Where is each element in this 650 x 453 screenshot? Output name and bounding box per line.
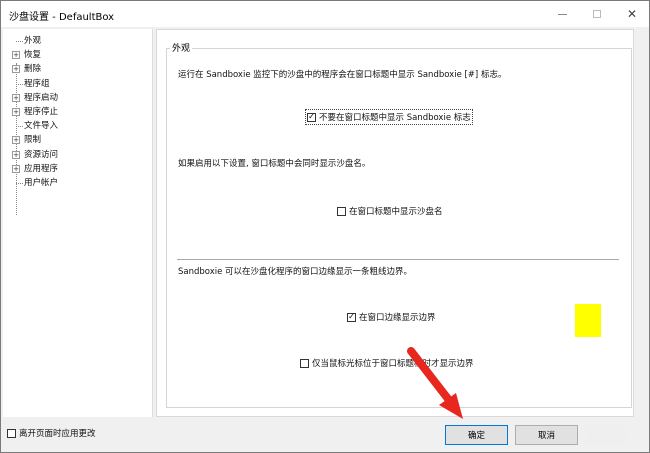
show-border-checkbox[interactable]: ✓ 在窗口边缘显示边界 — [347, 311, 436, 323]
expand-icon[interactable]: + — [12, 51, 20, 60]
settings-tree: 外观 + 恢复 + 删除程序组 + 程序启动 + 程序停止文件导入 + 限制 + 资源访问 + 应用程序用户… — [3, 29, 153, 417]
cancel-button[interactable]: 取消 — [515, 425, 578, 445]
tree-item-label: 外观 — [24, 36, 42, 46]
expand-icon[interactable]: + — [12, 136, 20, 145]
box-name-description: 如果启用以下设置, 窗口标题中会同时显示沙盘名。 — [178, 159, 371, 169]
close-button[interactable]: ✕ — [615, 1, 649, 27]
checkbox-label: 在窗口边缘显示边界 — [359, 313, 436, 323]
tree-item-label: 限制 — [24, 135, 42, 146]
tree-item-label: 程序停止 — [24, 107, 59, 117]
title-bar: 沙盘设置 - DefaultBox ✕ — [1, 1, 649, 27]
expand-icon[interactable]: + — [12, 65, 20, 74]
group-title: 外观 — [170, 41, 193, 54]
tree-item[interactable]: + 资源访问 — [3, 149, 151, 161]
tree-item-label: 文件导入 — [24, 121, 59, 132]
tree-item-label: 应用程序 — [24, 163, 59, 174]
checkbox-label: 仅当鼠标光标位于窗口标题栏时才显示边界 — [312, 359, 474, 369]
section-divider — [177, 259, 619, 260]
tree-item[interactable]: + 删除 — [3, 63, 151, 75]
show-box-name-checkbox[interactable]: 在窗口标题中显示沙盘名 — [337, 205, 443, 217]
tree-item[interactable]: + 程序启动 — [3, 92, 151, 104]
checkbox-label: 离开页面时应用更改 — [19, 429, 96, 439]
tree-item[interactable]: + 限制 — [3, 134, 151, 146]
checkbox-box[interactable] — [300, 358, 309, 368]
tree-item[interactable]: 文件导入 — [3, 120, 151, 132]
checkbox-box[interactable] — [7, 428, 16, 438]
checkbox-label: 在窗口标题中显示沙盘名 — [349, 207, 443, 217]
window-title: 沙盘设置 - DefaultBox — [9, 12, 115, 23]
minimize-button[interactable] — [545, 1, 579, 27]
apply-on-leave-checkbox[interactable]: 离开页面时应用更改 — [7, 427, 96, 439]
border-description: Sandboxie 可以在沙盘化程序的窗口边缘显示一条粗线边界。 — [178, 267, 413, 277]
minimize-icon — [557, 13, 567, 15]
tree-item[interactable]: 程序组 — [3, 78, 151, 90]
tree-item-label: 资源访问 — [24, 149, 59, 160]
border-on-hover-checkbox[interactable]: 仅当鼠标光标位于窗口标题栏时才显示边界 — [300, 357, 474, 369]
tree-connector — [16, 126, 23, 128]
tree-item[interactable]: + 程序停止 — [3, 106, 151, 118]
maximize-icon — [593, 10, 601, 18]
tree-item-label: 恢复 — [24, 50, 42, 61]
maximize-button[interactable] — [580, 1, 614, 27]
tree-connector — [16, 183, 23, 184]
tree-item[interactable]: + 恢复 — [3, 49, 151, 61]
appearance-group — [166, 48, 632, 408]
checkbox-box[interactable]: ✓ — [307, 112, 316, 122]
close-icon: ✕ — [626, 7, 638, 21]
expand-icon[interactable]: + — [12, 150, 20, 159]
tree-item-label: 程序组 — [24, 78, 50, 89]
apply-button[interactable] — [586, 425, 626, 445]
tree-item-label: 程序启动 — [24, 92, 59, 103]
checkbox-box[interactable]: ✓ — [347, 312, 356, 322]
expand-icon[interactable]: + — [12, 108, 20, 116]
tree-item-label: 用户帐户 — [24, 178, 59, 188]
tree-connector — [16, 83, 23, 85]
tree-item[interactable]: 外观 — [3, 35, 151, 47]
border-color-swatch[interactable] — [575, 304, 601, 337]
tree-item[interactable]: + 应用程序 — [3, 163, 151, 175]
checkbox-box[interactable] — [337, 206, 346, 216]
checkbox-label: 不要在窗口标题中显示 Sandboxie 标志 — [319, 113, 471, 123]
expand-icon[interactable]: + — [12, 93, 20, 102]
expand-icon[interactable]: + — [12, 164, 20, 173]
ok-button[interactable]: 确定 — [445, 425, 508, 445]
settings-window: 沙盘设置 - DefaultBox ✕ 外观 + 恢复 + 删除程序组 + 程序启动 + 程序停… — [0, 0, 650, 453]
title-mark-description: 运行在 Sandboxie 监控下的沙盘中的程序会在窗口标题中显示 Sandbo… — [178, 70, 507, 80]
tree-connector — [16, 41, 23, 42]
tree-item[interactable]: 用户帐户 — [3, 177, 151, 189]
tree-item-label: 删除 — [24, 64, 42, 75]
no-title-mark-checkbox[interactable]: ✓ 不要在窗口标题中显示 Sandboxie 标志 — [305, 109, 473, 125]
